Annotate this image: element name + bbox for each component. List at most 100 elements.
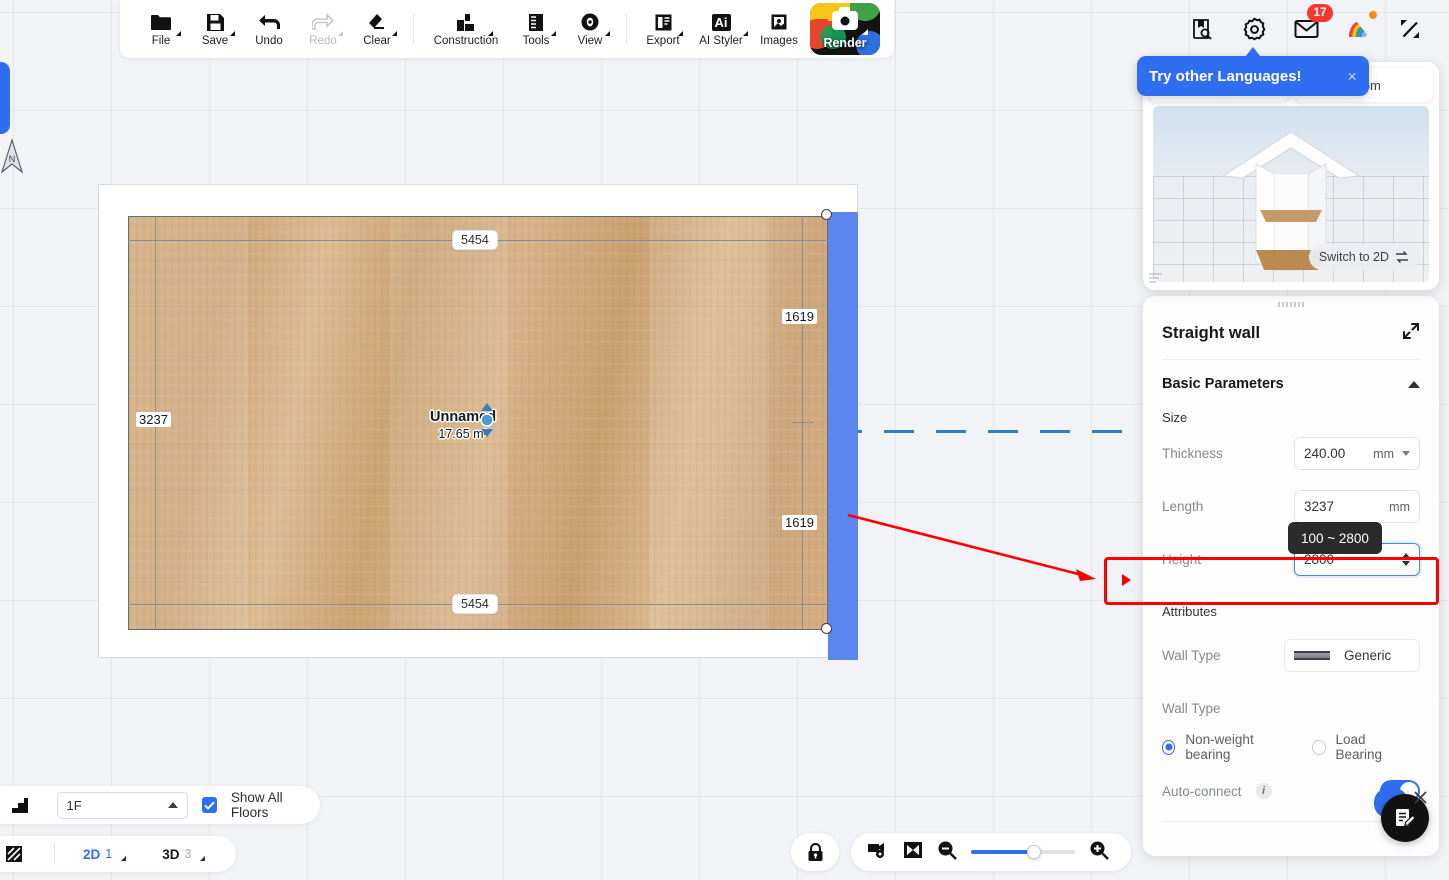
toolbar-item-images[interactable]: Images bbox=[752, 2, 806, 56]
mail-badge: 17 bbox=[1307, 4, 1333, 22]
length-range-tooltip: 100 ~ 2800 bbox=[1288, 522, 1382, 554]
redo-arrow-icon bbox=[312, 11, 334, 33]
switch-to-2d-button[interactable]: Switch to 2D bbox=[1308, 244, 1419, 270]
radio-non-weight-bearing-label: Non-weight bearing bbox=[1185, 732, 1254, 762]
images-icon bbox=[770, 11, 789, 33]
length-value: 3237 bbox=[1304, 499, 1335, 514]
view-mode-2d[interactable]: 2D 1 bbox=[83, 847, 128, 862]
attributes-label: Attributes bbox=[1162, 604, 1217, 619]
preview-3d-stage[interactable]: Switch to 2D bbox=[1153, 106, 1429, 282]
stepper-down-icon[interactable] bbox=[1402, 561, 1410, 566]
info-icon[interactable]: i bbox=[1255, 783, 1272, 799]
stepper-up-icon[interactable] bbox=[1402, 553, 1410, 558]
wall-type-row-2: Wall Type bbox=[1143, 682, 1439, 726]
toolbar-item-save[interactable]: Save bbox=[188, 2, 242, 56]
close-icon[interactable]: × bbox=[1347, 68, 1357, 85]
dropdown-corner-icon bbox=[678, 31, 683, 36]
toolbar-label-file: File bbox=[151, 35, 171, 47]
lock-button[interactable] bbox=[791, 833, 839, 871]
app-root: N 5454 5454 3237 1619 1619 Unnamed 17.65… bbox=[0, 0, 1449, 880]
render-button[interactable]: Render bbox=[810, 3, 880, 55]
toolbar-item-view[interactable]: View bbox=[563, 2, 617, 56]
zoom-slider[interactable] bbox=[971, 845, 1075, 859]
expand-icon[interactable] bbox=[1402, 322, 1420, 345]
toolbar-label-construction: Construction bbox=[433, 35, 499, 47]
mail-icon[interactable]: 17 bbox=[1291, 4, 1333, 44]
toolbar-item-ai-styler[interactable]: Ai AI Styler bbox=[690, 2, 752, 56]
zoom-in-icon[interactable] bbox=[1089, 840, 1109, 865]
toolbar-item-undo[interactable]: Undo bbox=[242, 2, 296, 56]
dropdown-corner-icon bbox=[338, 31, 343, 36]
left-drawer-tab[interactable] bbox=[0, 62, 10, 134]
toolbar-label-redo: Redo bbox=[309, 35, 337, 47]
dimension-label-right-bottom[interactable]: 1619 bbox=[782, 515, 817, 530]
lock-icon bbox=[808, 842, 822, 861]
zoom-out-icon[interactable] bbox=[937, 840, 957, 865]
fullscreen-icon[interactable] bbox=[1395, 14, 1425, 44]
wall-type-label: Wall Type bbox=[1162, 648, 1221, 663]
panel-drag-handle[interactable] bbox=[1278, 302, 1304, 307]
toolbar-divider bbox=[54, 844, 55, 864]
floor-select-value: 1F bbox=[66, 797, 82, 813]
thickness-value: 240.00 bbox=[1304, 446, 1346, 461]
dimension-label-top[interactable]: 5454 bbox=[452, 230, 498, 250]
feedback-close-icon[interactable] bbox=[1414, 791, 1427, 807]
chevron-down-icon[interactable] bbox=[1402, 451, 1410, 456]
view-mode-3d-count: 3 bbox=[184, 847, 192, 861]
radio-load-bearing-label: Load Bearing bbox=[1335, 732, 1383, 762]
dimension-label-left[interactable]: 3237 bbox=[136, 412, 171, 427]
view-mode-3d-label: 3D bbox=[162, 846, 180, 862]
render-button-label: Render bbox=[823, 36, 867, 50]
selected-wall[interactable] bbox=[828, 212, 858, 660]
radio-non-weight-bearing[interactable] bbox=[1162, 739, 1176, 755]
height-stepper[interactable] bbox=[1402, 553, 1410, 566]
move-handle-icon[interactable] bbox=[478, 403, 496, 437]
note-edit-icon bbox=[1396, 809, 1416, 827]
dropdown-corner-icon bbox=[605, 31, 610, 36]
thickness-field[interactable]: 240.00 mm bbox=[1294, 437, 1420, 470]
undo-arrow-icon bbox=[258, 11, 280, 33]
toolbar-item-tools[interactable]: Tools bbox=[509, 2, 563, 56]
dropdown-corner-icon[interactable] bbox=[121, 855, 127, 861]
radio-load-bearing[interactable] bbox=[1312, 739, 1326, 755]
thickness-unit: mm bbox=[1373, 446, 1394, 461]
toolbar-item-construction[interactable]: Construction bbox=[423, 2, 509, 56]
height-value: 2800 bbox=[1304, 552, 1335, 567]
show-all-floors-label[interactable]: Show All Floors bbox=[231, 790, 320, 820]
fit-to-screen-icon[interactable] bbox=[903, 841, 923, 864]
wall-handle-bottom[interactable] bbox=[821, 623, 832, 634]
view-mode-3d[interactable]: 3D 3 bbox=[162, 847, 207, 862]
preview-resize-grip[interactable] bbox=[1149, 273, 1163, 285]
palette-fan-icon[interactable] bbox=[1343, 11, 1377, 44]
toolbar-label-tools: Tools bbox=[522, 35, 550, 47]
language-popup[interactable]: Try other Languages! × bbox=[1137, 56, 1369, 96]
basic-parameters-header[interactable]: Basic Parameters bbox=[1143, 360, 1439, 402]
save-disk-icon bbox=[206, 11, 225, 33]
toolbar-item-export[interactable]: Export bbox=[636, 2, 690, 56]
chevron-up-icon[interactable] bbox=[1408, 380, 1420, 388]
toolbar-item-redo[interactable]: Redo bbox=[296, 2, 350, 56]
preview-card[interactable]: Room Switch to 2D bbox=[1143, 62, 1439, 290]
gear-icon[interactable] bbox=[1239, 14, 1269, 44]
dropdown-corner-icon[interactable] bbox=[200, 855, 206, 861]
dimension-label-right-top[interactable]: 1619 bbox=[782, 309, 817, 324]
wall-handle-top[interactable] bbox=[821, 209, 832, 220]
length-field[interactable]: 3237 mm bbox=[1294, 490, 1420, 523]
dropdown-corner-icon bbox=[392, 31, 397, 36]
toolbar-item-clear[interactable]: Clear bbox=[350, 2, 404, 56]
book-search-icon[interactable] bbox=[1187, 14, 1217, 44]
toolbar-item-file[interactable]: File bbox=[134, 2, 188, 56]
wall-bearing-radio-group: Non-weight bearing Load Bearing bbox=[1143, 726, 1439, 770]
zoom-slider-knob[interactable] bbox=[1027, 845, 1041, 859]
stairs-tool-icon[interactable] bbox=[0, 786, 34, 824]
show-all-floors-checkbox[interactable] bbox=[201, 797, 217, 813]
camera-view-icon[interactable] bbox=[867, 841, 889, 864]
floor-select[interactable]: 1F bbox=[56, 791, 188, 819]
hatch-tool-icon[interactable] bbox=[0, 836, 34, 872]
wall-type-field[interactable]: Generic bbox=[1284, 639, 1420, 672]
dropdown-corner-icon bbox=[488, 31, 493, 36]
view-mode-2d-label: 2D bbox=[83, 846, 101, 862]
dropdown-corner-icon bbox=[230, 31, 235, 36]
dimension-label-bottom[interactable]: 5454 bbox=[452, 594, 498, 614]
dropdown-corner-icon bbox=[743, 31, 748, 36]
